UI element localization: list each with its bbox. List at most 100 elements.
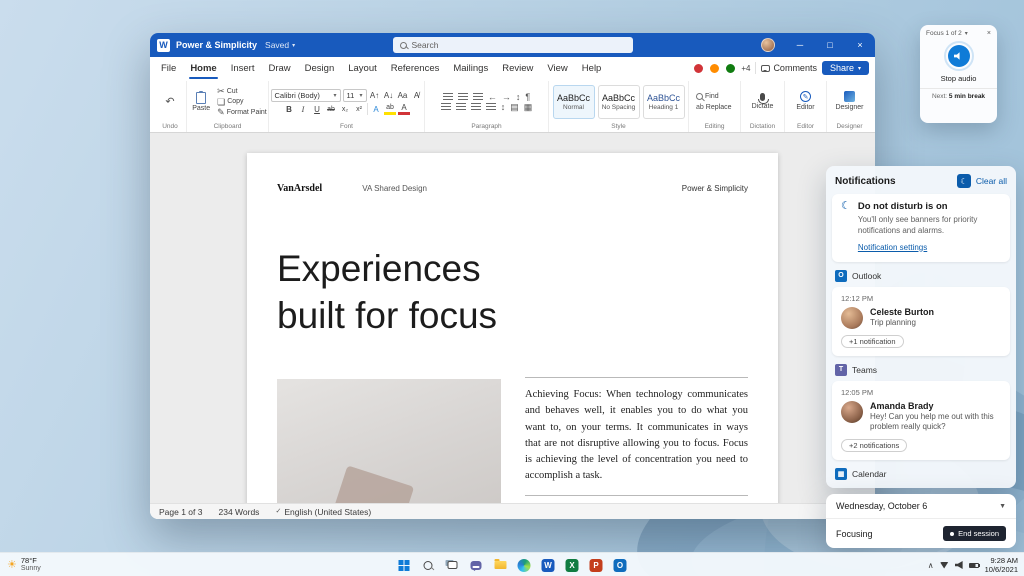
justify-button[interactable]: [485, 103, 496, 111]
editor-button[interactable]: Editor: [796, 103, 814, 112]
font-name-select[interactable]: Calibri (Body) ▾: [270, 88, 341, 102]
close-button[interactable]: ×: [845, 33, 875, 57]
multilevel-list-button[interactable]: [472, 93, 483, 101]
tab-review[interactable]: Review: [495, 57, 540, 79]
taskbar-weather[interactable]: ☀ 78°F Sunny: [7, 553, 41, 576]
start-button[interactable]: [397, 558, 412, 573]
numbering-button[interactable]: [457, 93, 468, 101]
shrink-font-button[interactable]: A↓: [383, 89, 395, 102]
find-button[interactable]: Find: [696, 92, 719, 101]
tab-draw[interactable]: Draw: [261, 57, 297, 79]
dnd-card[interactable]: ☾ Do not disturb is on You'll only see b…: [832, 194, 1010, 262]
end-session-button[interactable]: End session: [943, 526, 1006, 542]
sort-button[interactable]: ↕: [516, 92, 521, 102]
decrease-indent-button[interactable]: ←: [488, 92, 497, 102]
comments-button[interactable]: Comments: [761, 63, 817, 73]
calendar-date-row[interactable]: Wednesday, October 6 ▼: [826, 494, 1016, 518]
clear-formatting-button[interactable]: A̸: [411, 89, 423, 102]
text-effects-button[interactable]: A: [370, 103, 382, 116]
italic-button[interactable]: I: [297, 103, 309, 116]
excel-button[interactable]: X: [565, 558, 580, 573]
volume-icon[interactable]: [954, 561, 963, 569]
focus-widget-close[interactable]: ×: [987, 30, 991, 37]
collaborator-avatar[interactable]: [709, 62, 721, 74]
style-normal[interactable]: AaBbCc Normal: [552, 85, 595, 119]
style-no-spacing[interactable]: AaBbCc No Spacing: [597, 85, 640, 119]
notification-count-badge[interactable]: +1 notification: [841, 334, 904, 348]
tray-overflow-chevron-icon[interactable]: ∧: [928, 561, 934, 570]
tab-references[interactable]: References: [384, 57, 447, 79]
status-page[interactable]: Page 1 of 3: [159, 507, 202, 517]
increase-indent-button[interactable]: →: [502, 92, 511, 102]
teams-notification-card[interactable]: 12:05 PM Amanda Brady Hey! Can you help …: [832, 380, 1010, 461]
outlook-button[interactable]: O: [613, 558, 628, 573]
tab-insert[interactable]: Insert: [224, 57, 262, 79]
notification-count-badge[interactable]: +2 notifications: [841, 439, 908, 453]
collaborator-avatar[interactable]: [725, 62, 737, 74]
status-language[interactable]: ✓ English (United States): [275, 507, 371, 517]
share-button[interactable]: Share ▾: [821, 61, 869, 75]
calendar-group-header[interactable]: ▦ Calendar: [832, 466, 1010, 482]
replace-button[interactable]: ab Replace: [696, 103, 731, 112]
shading-button[interactable]: ▤: [510, 102, 519, 112]
edge-button[interactable]: [517, 558, 532, 573]
paste-button[interactable]: Paste: [188, 91, 214, 113]
cut-button[interactable]: ✂ Cut: [217, 87, 267, 96]
taskbar-clock[interactable]: 9:28 AM 10/6/2021: [985, 556, 1018, 574]
underline-button[interactable]: U: [311, 103, 323, 116]
copy-button[interactable]: ❏ Copy: [217, 97, 267, 106]
save-status-dropdown[interactable]: Saved ▾: [265, 40, 295, 50]
wifi-icon[interactable]: [939, 561, 949, 569]
account-avatar[interactable]: [761, 38, 775, 52]
highlight-button[interactable]: ab: [384, 104, 396, 115]
font-size-select[interactable]: 11 ▾: [342, 88, 367, 102]
align-left-button[interactable]: [440, 103, 451, 111]
tab-home[interactable]: Home: [183, 57, 223, 79]
tab-layout[interactable]: Layout: [341, 57, 384, 79]
tab-file[interactable]: File: [154, 57, 183, 79]
align-center-button[interactable]: [455, 103, 466, 111]
strikethrough-button[interactable]: ab: [325, 103, 337, 116]
file-explorer-button[interactable]: [493, 558, 508, 573]
task-view-button[interactable]: [445, 558, 460, 573]
subscript-button[interactable]: x₂: [339, 103, 351, 116]
do-not-disturb-toggle[interactable]: ☾: [956, 174, 971, 188]
battery-icon[interactable]: [968, 562, 980, 568]
collaborator-avatar[interactable]: [693, 62, 705, 74]
grow-font-button[interactable]: A↑: [369, 89, 381, 102]
collaborator-overflow[interactable]: +4: [741, 64, 750, 73]
status-word-count[interactable]: 234 Words: [218, 507, 259, 517]
align-right-button[interactable]: [470, 103, 481, 111]
outlook-group-header[interactable]: O Outlook: [832, 268, 1010, 287]
bullets-button[interactable]: [442, 93, 453, 101]
borders-button[interactable]: ▦: [524, 102, 533, 112]
style-heading-1[interactable]: AaBbCc Heading 1: [642, 85, 685, 119]
document-image[interactable]: [277, 379, 501, 503]
titlebar-search[interactable]: Search: [392, 37, 633, 53]
bold-button[interactable]: B: [283, 103, 295, 116]
undo-button[interactable]: ↶: [165, 96, 174, 108]
show-paragraph-marks-button[interactable]: ¶: [525, 92, 530, 102]
superscript-button[interactable]: x²: [353, 103, 365, 116]
font-color-button[interactable]: A: [398, 103, 410, 115]
format-painter-button[interactable]: ✎ Format Paint: [217, 107, 267, 117]
chevron-down-icon[interactable]: ▾: [965, 30, 968, 37]
notification-settings-link[interactable]: Notification settings: [858, 243, 927, 252]
outlook-notification-card[interactable]: 12:12 PM Celeste Burton Trip planning +1…: [832, 286, 1010, 356]
tab-design[interactable]: Design: [298, 57, 342, 79]
clear-all-button[interactable]: Clear all: [976, 176, 1007, 186]
tab-mailings[interactable]: Mailings: [446, 57, 495, 79]
powerpoint-button[interactable]: P: [589, 558, 604, 573]
tab-help[interactable]: Help: [575, 57, 609, 79]
minimize-button[interactable]: ─: [785, 33, 815, 57]
document-page[interactable]: VanArsdel VA Shared Design Power & Simpl…: [247, 153, 778, 503]
search-button[interactable]: [421, 558, 436, 573]
stop-audio-button[interactable]: [947, 45, 970, 67]
teams-group-header[interactable]: T Teams: [832, 362, 1010, 381]
designer-button[interactable]: Designer: [835, 103, 863, 112]
word-button[interactable]: W: [541, 558, 556, 573]
chevron-down-icon[interactable]: ▼: [999, 503, 1006, 510]
tab-view[interactable]: View: [540, 57, 574, 79]
maximize-button[interactable]: □: [815, 33, 845, 57]
line-spacing-button[interactable]: ↕: [501, 102, 506, 112]
